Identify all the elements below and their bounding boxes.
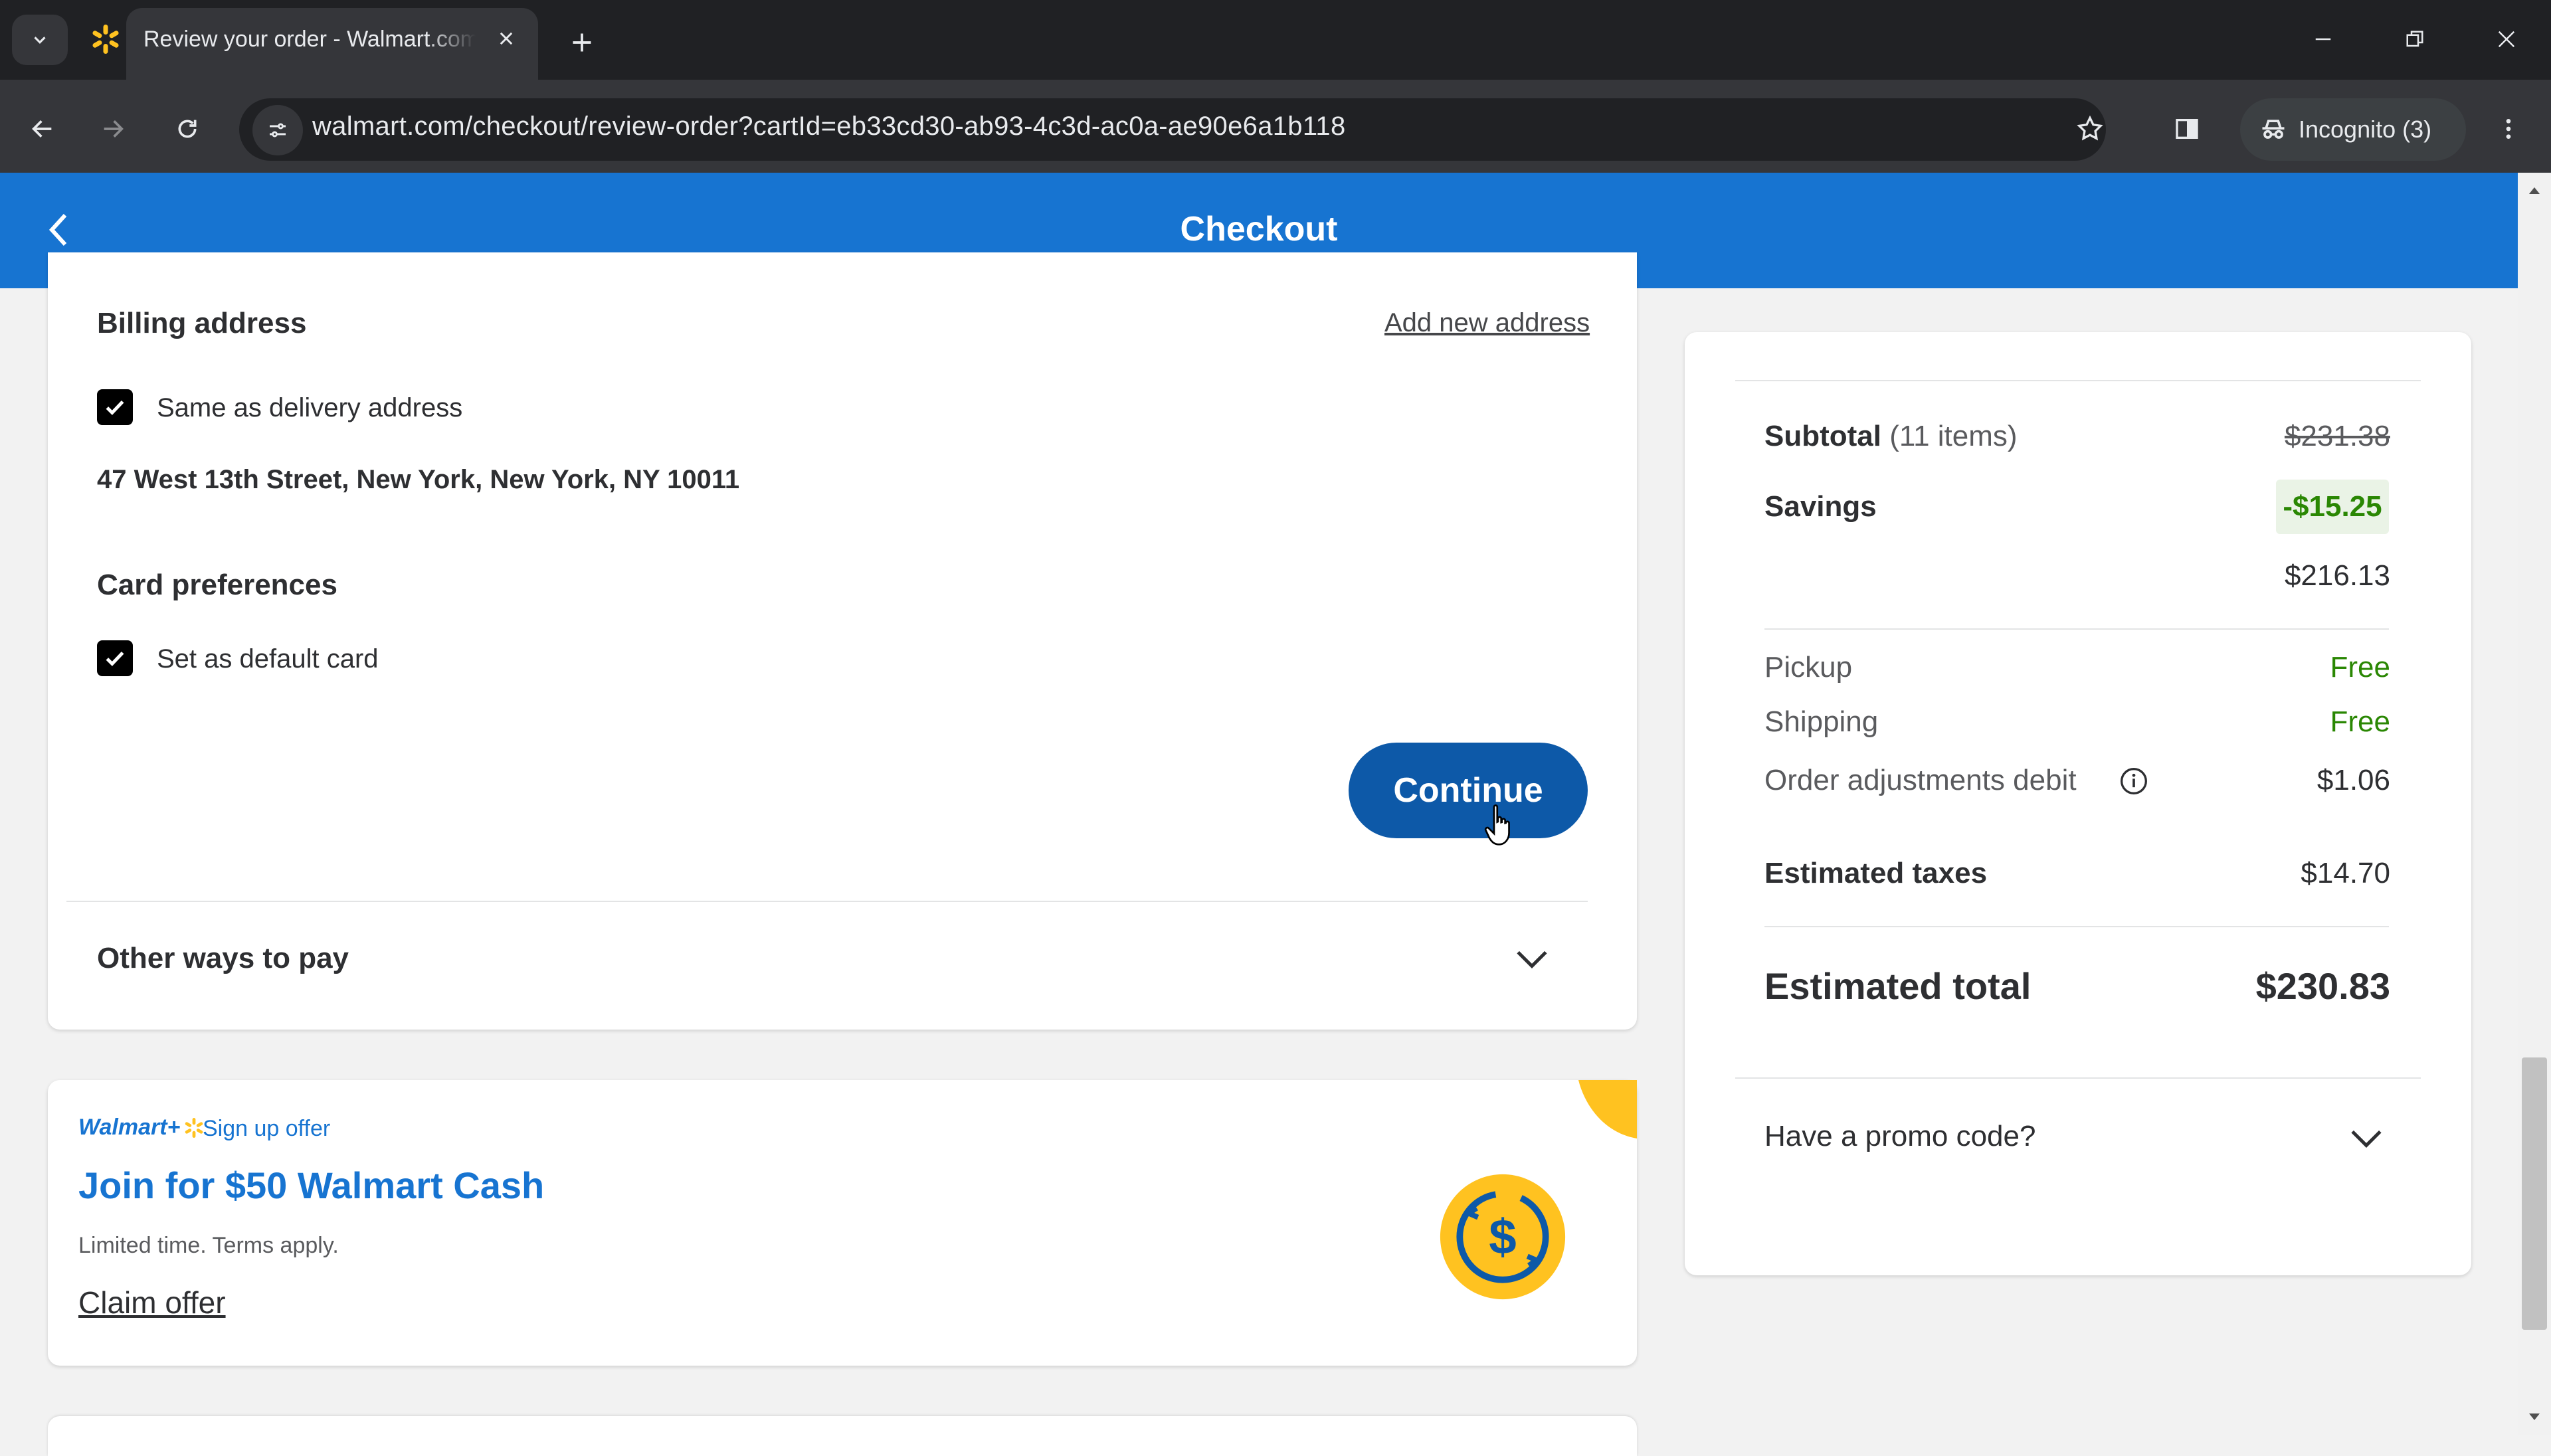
window-close-button[interactable]	[2477, 16, 2536, 62]
checkmark-icon	[106, 400, 124, 415]
walmart-plus-logo: Walmart+	[78, 1115, 205, 1140]
bookmark-button[interactable]	[2066, 105, 2114, 153]
walmart-cash-icon: $	[1440, 1174, 1566, 1300]
savings-value: -$15.25	[2276, 480, 2389, 534]
scroll-up-button[interactable]	[2524, 181, 2544, 201]
same-as-delivery-label: Same as delivery address	[157, 393, 463, 422]
next-section-card	[48, 1416, 1637, 1456]
card-preferences-title: Card preferences	[97, 569, 337, 601]
subtotal-row: Subtotal (11 items)	[1764, 420, 2018, 453]
subtotal-label: Subtotal	[1764, 420, 1881, 452]
after-savings-value: $216.13	[2284, 559, 2390, 592]
close-icon	[2498, 31, 2515, 48]
close-icon	[500, 32, 513, 45]
info-icon[interactable]	[2119, 767, 2148, 796]
chevron-down-icon	[2351, 1130, 2382, 1148]
other-ways-to-pay-toggle[interactable]	[1512, 939, 1552, 979]
svg-text:$: $	[1489, 1209, 1516, 1264]
section-divider	[66, 901, 1588, 902]
forward-button[interactable]	[89, 105, 137, 153]
incognito-icon	[2262, 120, 2285, 139]
shipping-value: Free	[2330, 705, 2390, 738]
other-ways-to-pay-title[interactable]: Other ways to pay	[97, 942, 349, 975]
arrow-left-icon	[32, 120, 52, 137]
walmart-plus-logo-text: Walmart+	[78, 1115, 181, 1140]
same-as-delivery-checkbox[interactable]	[97, 389, 133, 425]
page-title: Checkout	[1180, 210, 1338, 248]
restore-icon	[2406, 31, 2423, 47]
sign-up-offer-label: Sign up offer	[203, 1116, 331, 1141]
estimated-taxes-value: $14.70	[2301, 857, 2390, 889]
scroll-down-button[interactable]	[2524, 1407, 2544, 1427]
pickup-label: Pickup	[1764, 651, 1853, 683]
restore-button[interactable]	[2385, 16, 2445, 62]
checkmark-icon	[106, 651, 124, 666]
incognito-indicator[interactable]: Incognito (3)	[2240, 98, 2466, 161]
reload-button[interactable]	[163, 105, 211, 153]
page-scrollbar-thumb[interactable]	[2522, 1057, 2547, 1330]
estimated-total-label: Estimated total	[1764, 965, 2031, 1007]
payment-card	[48, 252, 1637, 1030]
promo-code-toggle[interactable]	[2346, 1119, 2386, 1158]
shipping-label: Shipping	[1764, 705, 1879, 738]
walmart-plus-offer-title: Join for $50 Walmart Cash	[78, 1164, 545, 1206]
side-panel-button[interactable]	[2163, 105, 2211, 153]
chevron-down-icon	[34, 37, 46, 44]
incognito-label: Incognito (3)	[2299, 116, 2432, 143]
new-tab-button[interactable]	[562, 23, 602, 62]
tab-title: Review your order - Walmart.com	[143, 27, 476, 52]
hand-cursor-icon	[1484, 804, 1510, 846]
promo-code-label[interactable]: Have a promo code?	[1764, 1120, 2035, 1153]
set-default-card-checkbox[interactable]	[97, 640, 133, 676]
subtotal-value: $231.38	[2284, 420, 2390, 452]
subtotal-items-count: (11 items)	[1889, 420, 2018, 452]
continue-button[interactable]: Continue	[1349, 743, 1588, 838]
chevron-down-icon	[1517, 951, 1547, 968]
pickup-value: Free	[2330, 651, 2390, 683]
minimize-icon	[2315, 38, 2331, 41]
back-button[interactable]	[19, 105, 66, 153]
summary-divider	[1735, 380, 2421, 381]
plus-icon	[573, 33, 591, 52]
tab-search-button[interactable]	[12, 15, 68, 65]
tab-close-button[interactable]	[492, 24, 521, 53]
estimated-taxes-label: Estimated taxes	[1764, 857, 1988, 889]
estimated-total-value: $230.83	[2255, 965, 2390, 1007]
billing-address-title: Billing address	[97, 307, 307, 339]
triangle-down-icon	[2529, 1413, 2540, 1420]
claim-offer-link[interactable]: Claim offer	[78, 1285, 226, 1320]
site-info-button[interactable]	[252, 105, 303, 155]
order-adjustments-value: $1.06	[2316, 764, 2390, 796]
walmart-spark-icon	[92, 25, 119, 54]
minimize-button[interactable]	[2293, 16, 2353, 62]
set-default-card-label: Set as default card	[157, 644, 379, 674]
more-vertical-icon	[2506, 119, 2511, 139]
arrow-right-icon	[104, 120, 124, 137]
reload-icon	[178, 120, 197, 138]
side-panel-icon	[2176, 119, 2198, 139]
summary-divider	[1735, 1077, 2421, 1079]
summary-divider	[1764, 628, 2389, 630]
order-adjustments-label: Order adjustments debit	[1764, 764, 2077, 796]
star-icon	[2077, 115, 2103, 141]
browser-menu-button[interactable]	[2485, 105, 2532, 153]
walmart-plus-offer-terms: Limited time. Terms apply.	[78, 1233, 339, 1258]
triangle-up-icon	[2529, 187, 2540, 194]
tune-icon	[270, 123, 286, 137]
billing-address-text: 47 West 13th Street, New York, New York,…	[97, 465, 740, 494]
summary-divider	[1764, 926, 2389, 927]
add-new-address-link[interactable]: Add new address	[1384, 308, 1590, 338]
url-text[interactable]: walmart.com/checkout/review-order?cartId…	[312, 112, 1346, 141]
corner-accent-shape	[1578, 1080, 1637, 1138]
savings-label: Savings	[1764, 490, 1877, 523]
